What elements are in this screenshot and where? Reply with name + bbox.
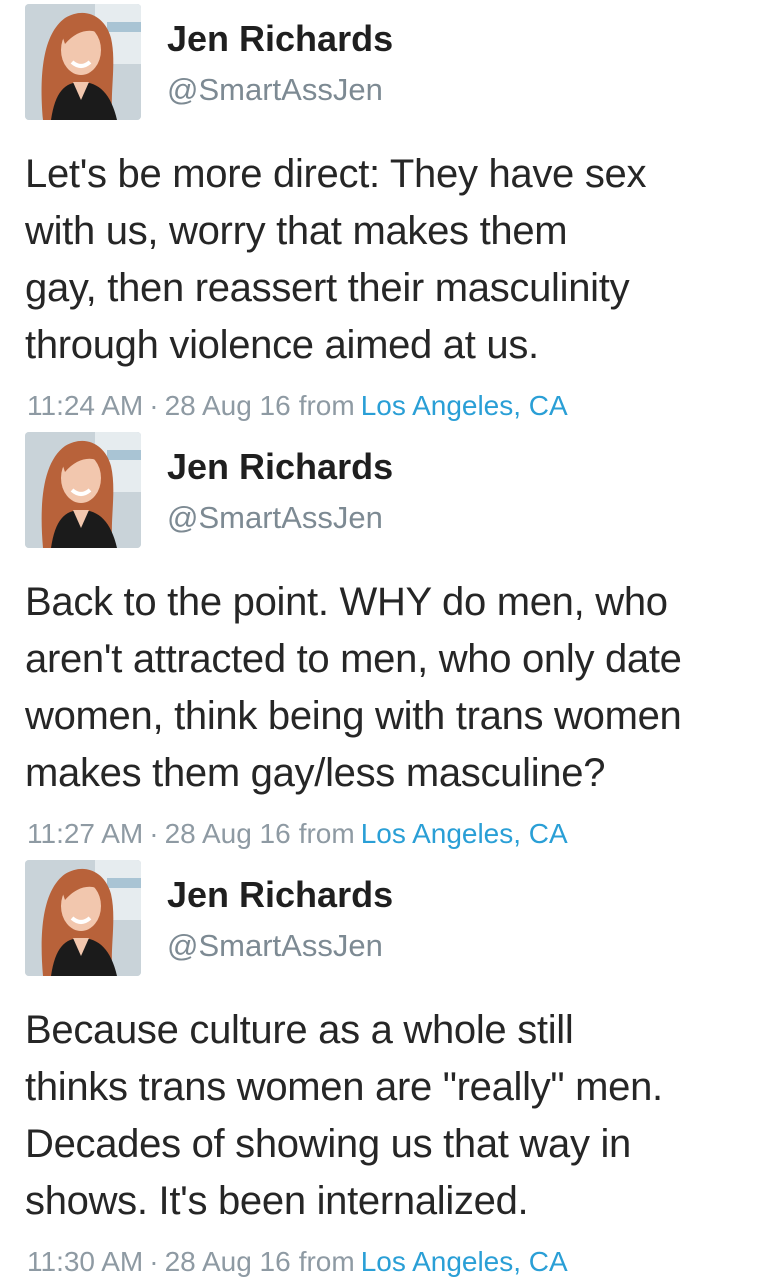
tweet-text-line: women, think being with trans women bbox=[25, 694, 682, 738]
tweet-time[interactable]: 11:30 AM bbox=[27, 1246, 143, 1277]
user-name[interactable]: Jen Richards bbox=[167, 446, 393, 488]
tweet-text: Let's be more direct: They have sex with… bbox=[25, 146, 755, 374]
from-label: from bbox=[298, 390, 355, 421]
tweet-text-line: makes them gay/less masculine? bbox=[25, 751, 606, 795]
user-name[interactable]: Jen Richards bbox=[167, 874, 393, 916]
tweet: Jen Richards @SmartAssJen Because cultur… bbox=[0, 856, 768, 1284]
user-handle[interactable]: @SmartAssJen bbox=[167, 928, 383, 964]
tweet-text: Because culture as a whole still thinks … bbox=[25, 1002, 755, 1230]
user-handle[interactable]: @SmartAssJen bbox=[167, 72, 383, 108]
tweet-date[interactable]: 28 Aug 16 bbox=[165, 390, 291, 421]
location-link[interactable]: Los Angeles, CA bbox=[361, 390, 568, 421]
location-link[interactable]: Los Angeles, CA bbox=[361, 1246, 568, 1277]
user-handle[interactable]: @SmartAssJen bbox=[167, 500, 383, 536]
tweet-text-line: Let's be more direct: They have sex bbox=[25, 152, 647, 196]
meta-separator: · bbox=[149, 390, 159, 421]
tweet-text-line: Decades of showing us that way in bbox=[25, 1122, 631, 1166]
user-name[interactable]: Jen Richards bbox=[167, 18, 393, 60]
from-label: from bbox=[298, 818, 355, 849]
tweet: Jen Richards @SmartAssJen Let's be more … bbox=[0, 0, 768, 428]
tweet-text-line: with us, worry that makes them bbox=[25, 209, 568, 253]
tweet-time[interactable]: 11:24 AM bbox=[27, 390, 143, 421]
meta-separator: · bbox=[149, 1246, 159, 1277]
tweet-time[interactable]: 11:27 AM bbox=[27, 818, 143, 849]
tweet-text-line: aren't attracted to men, who only date bbox=[25, 637, 682, 681]
tweet-text-line: shows. It's been internalized. bbox=[25, 1179, 529, 1223]
avatar[interactable] bbox=[25, 860, 141, 976]
tweet-text-line: thinks trans women are "really" men. bbox=[25, 1065, 663, 1109]
tweet-meta: 11:27 AM · 28 Aug 16 from Los Angeles, CA bbox=[27, 818, 568, 850]
tweet-meta: 11:24 AM · 28 Aug 16 from Los Angeles, CA bbox=[27, 390, 568, 422]
tweet-text-line: through violence aimed at us. bbox=[25, 323, 539, 367]
tweet-date[interactable]: 28 Aug 16 bbox=[165, 1246, 291, 1277]
tweet-text-line: Because culture as a whole still bbox=[25, 1008, 574, 1052]
location-link[interactable]: Los Angeles, CA bbox=[361, 818, 568, 849]
tweet-text: Back to the point. WHY do men, who aren'… bbox=[25, 574, 755, 802]
tweet-date[interactable]: 28 Aug 16 bbox=[165, 818, 291, 849]
profile-photo-icon bbox=[25, 432, 141, 548]
tweet: Jen Richards @SmartAssJen Back to the po… bbox=[0, 428, 768, 856]
profile-photo-icon bbox=[25, 860, 141, 976]
tweet-text-line: Back to the point. WHY do men, who bbox=[25, 580, 668, 624]
avatar[interactable] bbox=[25, 432, 141, 548]
meta-separator: · bbox=[149, 818, 159, 849]
profile-photo-icon bbox=[25, 4, 141, 120]
from-label: from bbox=[298, 1246, 355, 1277]
tweet-text-line: gay, then reassert their masculinity bbox=[25, 266, 630, 310]
tweet-meta: 11:30 AM · 28 Aug 16 from Los Angeles, CA bbox=[27, 1246, 568, 1278]
avatar[interactable] bbox=[25, 4, 141, 120]
